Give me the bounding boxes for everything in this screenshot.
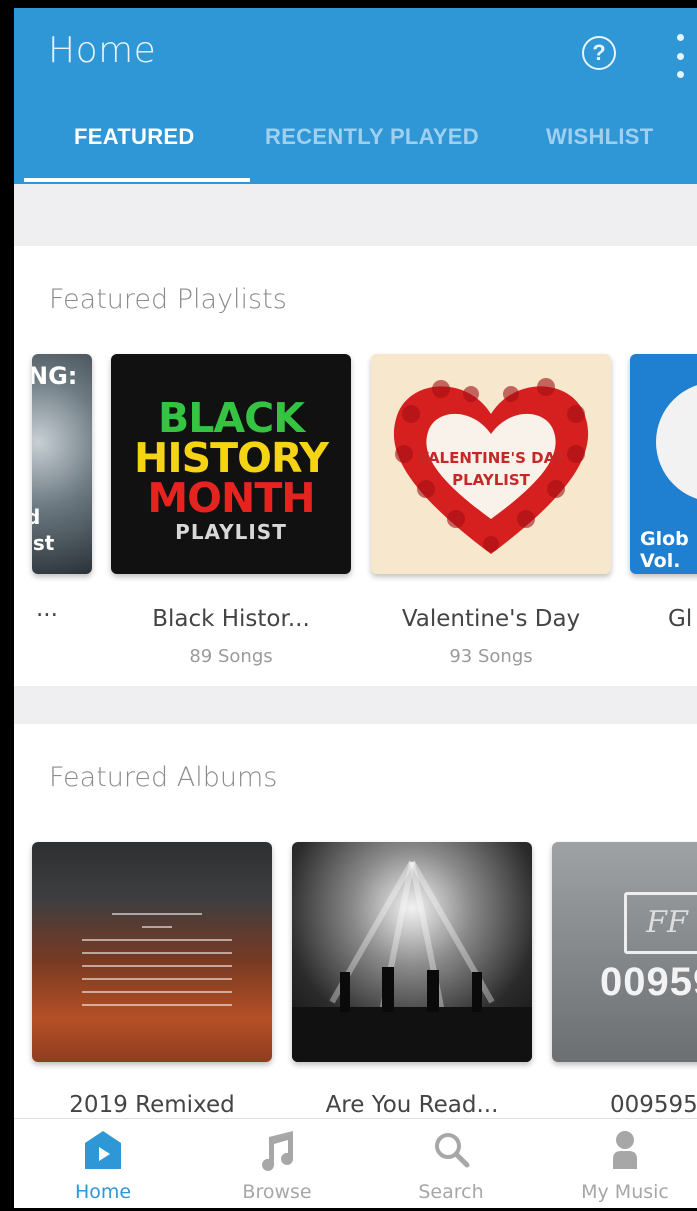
nav-browse[interactable]: Browse [217, 1119, 337, 1208]
cover-text: PLAYLIST [175, 520, 287, 544]
tab-indicator [24, 178, 250, 182]
featured-albums-section: Featured Albums 2019 Remixed Are You Rea… [14, 724, 697, 1124]
more-vertical-icon[interactable] [674, 34, 686, 78]
album-cover[interactable] [292, 842, 532, 1062]
playlist-title[interactable]: Black Histor... [111, 606, 351, 632]
music-note-icon [262, 1131, 293, 1171]
playlist-cover[interactable]: Glob Vol. [630, 354, 697, 574]
album-title[interactable]: 009595 [610, 1092, 697, 1118]
home-play-icon [85, 1131, 121, 1169]
nav-label: Search [418, 1181, 484, 1203]
nav-label: Browse [242, 1181, 312, 1203]
playlist-song-count: 93 Songs [449, 646, 533, 667]
playlist-title[interactable]: Gl [668, 606, 692, 632]
page-title: Home [48, 30, 157, 71]
cover-text: NG: [32, 362, 78, 390]
playlist-title[interactable]: Valentine's Day [371, 606, 611, 632]
nav-search[interactable]: Search [391, 1119, 511, 1208]
app-bar: Home ? FEATURED RECENTLY PLAYED WISHLIST [14, 8, 697, 184]
featured-playlists-section: Featured Playlists NG: dist ... BLACK HI… [14, 246, 697, 686]
section-title-albums: Featured Albums [49, 762, 278, 793]
album-cover[interactable]: FF 00959 [552, 842, 697, 1062]
nav-home[interactable]: Home [43, 1119, 163, 1208]
album-title[interactable]: 2019 Remixed [32, 1092, 272, 1118]
cover-text: Glob Vol. [640, 528, 689, 572]
nav-label: My Music [581, 1181, 669, 1203]
search-icon [435, 1133, 470, 1168]
playlist-song-count: 89 Songs [189, 646, 273, 667]
app-screen: Home ? FEATURED RECENTLY PLAYED WISHLIST… [14, 8, 697, 1208]
cover-monogram: FF [624, 892, 697, 954]
nav-label: Home [74, 1181, 132, 1203]
concert-stage-graphic [292, 860, 532, 1062]
album-title[interactable]: Are You Read... [292, 1092, 532, 1118]
tab-wishlist[interactable]: WISHLIST [546, 124, 654, 150]
help-circle-icon[interactable]: ? [582, 36, 616, 70]
cover-text: MONTH [147, 474, 315, 522]
disc-graphic [656, 382, 697, 502]
cover-tracklist-graphic [82, 902, 232, 1017]
person-icon [613, 1131, 637, 1169]
playlist-cover[interactable]: BLACK HISTORY MONTH PLAYLIST [111, 354, 351, 574]
playlist-title[interactable]: ... [36, 596, 58, 622]
playlist-cover[interactable]: NG: dist [32, 354, 92, 574]
cover-text: VALENTINE'S DAY PLAYLIST [417, 449, 565, 489]
tab-recently-played[interactable]: RECENTLY PLAYED [265, 124, 479, 150]
bottom-nav: Home Browse Search My Music [14, 1118, 697, 1208]
nav-my-music[interactable]: My Music [565, 1119, 685, 1208]
cover-text: 00959 [600, 960, 697, 1004]
section-title-playlists: Featured Playlists [49, 284, 287, 315]
tab-featured[interactable]: FEATURED [74, 124, 195, 150]
playlist-cover[interactable]: VALENTINE'S DAY PLAYLIST [371, 354, 611, 574]
cover-text: dist [32, 505, 55, 555]
album-cover[interactable] [32, 842, 272, 1062]
